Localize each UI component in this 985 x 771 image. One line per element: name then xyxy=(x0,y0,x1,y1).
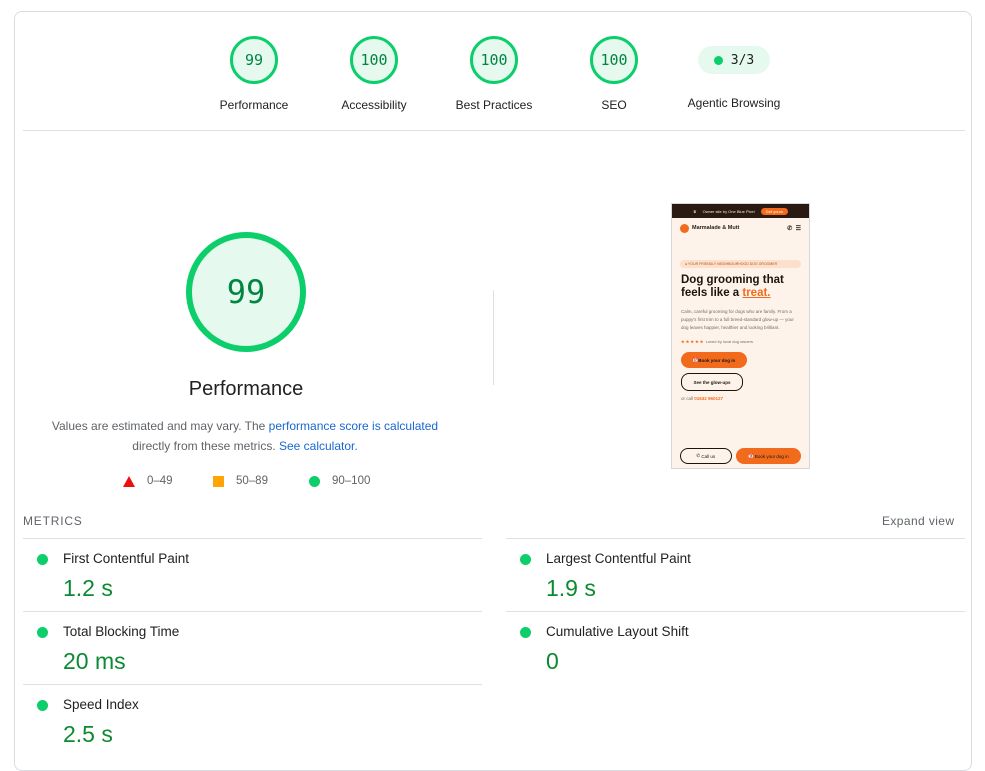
final-screenshot[interactable]: ♛ Owner site by One Blue Pixel Get yours… xyxy=(671,203,810,469)
hero-paragraph: Calm, careful grooming for dogs who are … xyxy=(681,309,794,330)
metric-name: Speed Index xyxy=(63,697,139,712)
glowups-button: See the glow-ups xyxy=(681,373,743,391)
book-button: 📅 Book your dog in xyxy=(681,352,747,368)
gauge-label: Agentic Browsing xyxy=(687,96,781,110)
agentic-pill: 3/3 xyxy=(698,46,770,74)
metrics-header: METRICS xyxy=(23,514,83,528)
call-prefix: or call xyxy=(681,396,695,401)
circle-icon xyxy=(309,475,320,487)
metric-name: Cumulative Layout Shift xyxy=(546,624,689,639)
menu-icon: ☰ xyxy=(795,225,801,232)
brand-name: Marmalade & Mutt xyxy=(692,225,740,231)
metric-fcp: First Contentful Paint 1.2 s xyxy=(23,538,482,610)
metric-name: Largest Contentful Paint xyxy=(546,551,691,566)
badge-text: YOUR FRIENDLY NEIGHBOURHOOD DOG GROOMER xyxy=(688,262,778,266)
sticky-book-button: 📅 Book your dog in xyxy=(735,448,801,464)
square-icon xyxy=(213,475,224,487)
metric-cls: Cumulative Layout Shift 0 xyxy=(506,611,965,683)
desc-suffix: . xyxy=(354,439,358,453)
agentic-score: 3/3 xyxy=(730,52,755,68)
metric-value: 1.2 s xyxy=(63,575,113,601)
gauge-best-practices[interactable]: 100 Best Practices xyxy=(434,36,554,112)
score-calculated-link[interactable]: performance score is calculated xyxy=(269,419,438,433)
pass-dot-icon xyxy=(713,55,723,65)
metric-name: Total Blocking Time xyxy=(63,624,180,639)
rating-text: Loved by local dog owners xyxy=(705,339,753,344)
metric-value: 1.9 s xyxy=(546,575,596,601)
metric-name: First Contentful Paint xyxy=(63,551,190,566)
gauge-label: Best Practices xyxy=(455,98,533,112)
paw-icon xyxy=(680,223,689,233)
score-ring: 100 xyxy=(590,36,638,84)
see-calculator-link[interactable]: See calculator xyxy=(279,439,354,453)
sticky-book-label: Book your dog in xyxy=(754,453,789,459)
pass-dot-icon xyxy=(520,627,531,638)
headline-highlight: treat. xyxy=(742,287,771,299)
metric-value: 0 xyxy=(546,648,559,674)
performance-gauge: 99 xyxy=(186,232,306,352)
call-line: or call 01632 960127 xyxy=(681,396,800,401)
score-ring: 99 xyxy=(230,36,278,84)
call-us-label: Call us xyxy=(701,453,716,459)
call-number: 01632 960127 xyxy=(694,396,724,401)
stars-icon: ★ ★ ★ ★ ★ xyxy=(681,339,704,344)
expand-view-toggle[interactable]: Expand view xyxy=(882,514,954,528)
gauge-seo[interactable]: 100 SEO xyxy=(554,36,674,112)
legend-average: 50–89 xyxy=(213,475,268,487)
banner-text: Owner site by One Blue Pixel xyxy=(702,208,755,214)
screenshot-banner: ♛ Owner site by One Blue Pixel Get yours xyxy=(672,204,809,218)
score-ring: 100 xyxy=(470,36,518,84)
call-us-button: ✆ Call us xyxy=(680,448,732,464)
sticky-bar: ✆ Call us 📅 Book your dog in xyxy=(672,444,809,468)
brand-logo: Marmalade & Mutt xyxy=(680,223,740,233)
vertical-separator xyxy=(493,290,494,385)
hero-badge: ● YOUR FRIENDLY NEIGHBOURHOOD DOG GROOME… xyxy=(680,260,801,268)
book-label: Book your dog in xyxy=(698,357,736,363)
legend-fail: 0–49 xyxy=(123,475,173,487)
performance-title: Performance xyxy=(188,378,304,400)
legend-pass-label: 90–100 xyxy=(332,475,371,487)
score-ring: 100 xyxy=(350,36,398,84)
desc-mid: directly from these metrics. xyxy=(132,439,279,453)
banner-button: Get yours xyxy=(760,207,788,215)
metric-lcp: Largest Contentful Paint 1.9 s xyxy=(506,538,965,610)
screenshot-nav: Marmalade & Mutt ✆ ☰ xyxy=(672,218,809,238)
rating: ★ ★ ★ ★ ★ Loved by local dog owners xyxy=(681,339,800,344)
legend-average-label: 50–89 xyxy=(236,475,268,487)
metric-tbt: Total Blocking Time 20 ms xyxy=(23,611,482,683)
gauge-label: SEO xyxy=(601,98,627,112)
header-divider xyxy=(23,130,965,131)
crown-icon: ♛ xyxy=(693,208,697,214)
gauge-label: Accessibility xyxy=(341,98,407,112)
metric-value: 2.5 s xyxy=(63,721,113,747)
metric-speed-index: Speed Index 2.5 s xyxy=(23,684,482,756)
legend-fail-label: 0–49 xyxy=(147,475,173,487)
gauge-label: Performance xyxy=(219,98,289,112)
pass-dot-icon xyxy=(520,554,531,565)
pass-dot-icon xyxy=(37,700,48,711)
legend-pass: 90–100 xyxy=(309,475,370,487)
triangle-icon xyxy=(123,475,135,487)
desc-prefix: Values are estimated and may vary. The xyxy=(51,419,269,433)
gauge-accessibility[interactable]: 100 Accessibility xyxy=(314,36,434,112)
nav-icons: ✆ ☰ xyxy=(787,225,801,232)
pass-dot-icon xyxy=(37,554,48,565)
performance-description: Values are estimated and may vary. The p… xyxy=(40,416,450,456)
gauge-performance[interactable]: 99 Performance xyxy=(194,36,314,112)
gauge-agentic-browsing[interactable]: 3/3 Agentic Browsing xyxy=(674,38,794,110)
metric-value: 20 ms xyxy=(63,648,126,674)
phone-icon: ✆ xyxy=(787,225,793,232)
pass-dot-icon xyxy=(37,627,48,638)
hero-headline: Dog grooming that feels like a treat. xyxy=(681,274,800,300)
metric-divider xyxy=(506,611,965,612)
